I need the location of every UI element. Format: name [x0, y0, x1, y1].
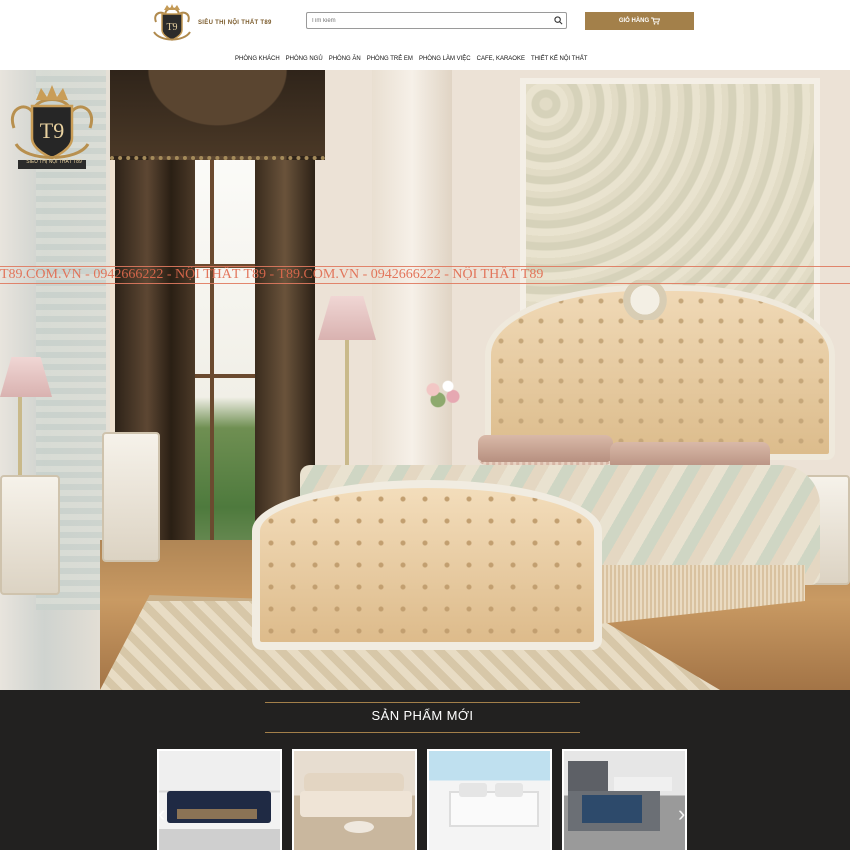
pillow-shape — [614, 777, 672, 791]
hero-flowers — [418, 376, 468, 410]
cart-label: GIỎ HÀNG — [618, 18, 650, 24]
bed-crest — [615, 280, 675, 320]
new-products-section: SẢN PHẨM MỚI ‹ › — [0, 690, 850, 850]
product-card[interactable] — [562, 749, 687, 850]
product-image — [294, 751, 415, 850]
site-header: T9 SIÊU THỊ NỘI THẤT T89 GIỎ HÀNG PHÒNG … — [0, 0, 850, 70]
nav-item-office[interactable]: PHÒNG LÀM VIỆC — [416, 56, 474, 62]
ottoman-shape — [344, 821, 374, 833]
product-image — [429, 751, 550, 850]
cart-button[interactable]: GIỎ HÀNG — [585, 12, 694, 30]
section-top-line — [265, 702, 580, 703]
floor-shape — [159, 829, 280, 850]
nav-item-dining-room[interactable]: PHÒNG ĂN — [326, 56, 364, 62]
hero-banner[interactable]: T9 SIÊU THỊ NỘI THẤT T89 T89.COM.VN - 09… — [0, 70, 850, 690]
blanket-shape — [582, 795, 642, 823]
sofa-bed-storage — [177, 809, 257, 819]
hero-logo-caption: SIÊU THỊ NỘI THẤT T89 — [26, 159, 82, 165]
bed-footboard — [252, 480, 602, 650]
search-icon[interactable] — [554, 16, 563, 25]
nav-item-interior-design[interactable]: THIẾT KẾ NỘI THẤT — [528, 56, 590, 62]
site-logo[interactable]: T9 SIÊU THỊ NỘI THẤT T89 — [150, 2, 290, 44]
pillow-shape — [459, 783, 487, 797]
carousel-prev-icon[interactable]: ‹ — [158, 803, 165, 825]
nightstand-left — [0, 475, 60, 595]
carousel-next-icon[interactable]: › — [678, 803, 685, 825]
pillow-shape — [495, 783, 523, 797]
nightstand-window — [102, 432, 160, 562]
lamp-stem-center — [345, 340, 349, 470]
sofa-back-shape — [304, 773, 404, 793]
bed-pillow-left — [478, 435, 613, 465]
product-card[interactable] — [157, 749, 282, 850]
nav-item-kids-room[interactable]: PHÒNG TRẺ EM — [364, 56, 416, 62]
product-image — [564, 751, 685, 850]
hero-valance — [110, 70, 325, 160]
lamp-stem-left — [18, 397, 22, 477]
section-bottom-line — [265, 732, 580, 733]
product-card[interactable] — [427, 749, 552, 850]
nav-item-bedroom[interactable]: PHÒNG NGỦ — [283, 56, 326, 62]
section-title: SẢN PHẨM MỚI — [371, 708, 474, 723]
cart-icon — [651, 17, 661, 25]
svg-text:T9: T9 — [166, 22, 177, 33]
nav-item-cafe-karaoke[interactable]: CAFE, KARAOKE — [474, 56, 528, 62]
svg-text:T9: T9 — [40, 118, 64, 143]
hero-watermark: T89.COM.VN - 0942666222 - NỘI THẤT T89 -… — [0, 266, 850, 284]
window-bar-3 — [210, 154, 214, 596]
product-card[interactable] — [292, 749, 417, 850]
sofa-seat-shape — [300, 791, 412, 817]
search-input[interactable] — [307, 13, 547, 28]
crown-shield-logo-icon: T9 — [153, 4, 191, 41]
nav-item-living-room[interactable]: PHÒNG KHÁCH — [232, 56, 283, 62]
logo-text: SIÊU THỊ NỘI THẤT T89 — [198, 20, 272, 26]
search-box — [306, 12, 567, 29]
product-image — [159, 751, 280, 850]
main-nav: PHÒNG KHÁCH PHÒNG NGỦ PHÒNG ĂN PHÒNG TRẺ… — [232, 56, 590, 62]
